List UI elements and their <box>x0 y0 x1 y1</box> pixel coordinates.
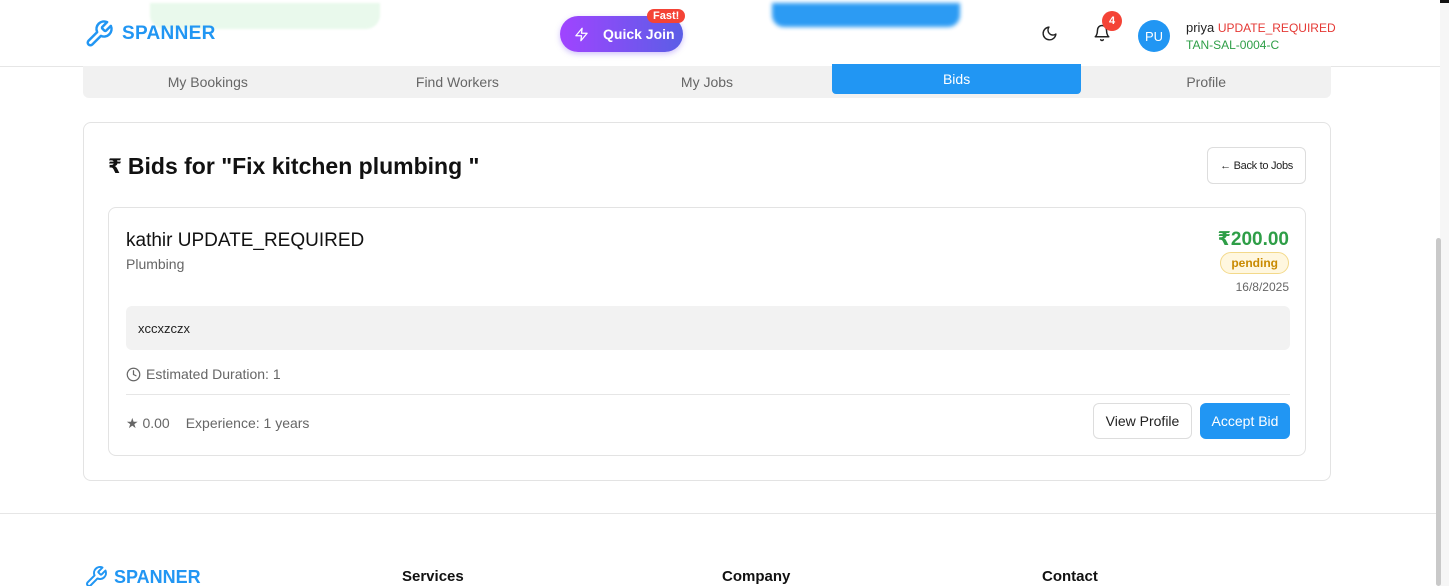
moon-icon[interactable] <box>1041 25 1058 42</box>
lightning-icon <box>575 27 588 41</box>
bidder-experience: Experience: 1 years <box>185 415 310 431</box>
tab-find-workers[interactable]: Find Workers <box>333 66 583 98</box>
user-id: TAN-SAL-0004-C <box>1186 38 1280 52</box>
avatar[interactable]: PU <box>1138 20 1170 52</box>
footer-brand-name: SPANNER <box>114 566 201 586</box>
back-to-jobs-button[interactable]: ← Back to Jobs <box>1207 147 1306 184</box>
tab-bids[interactable]: Bids <box>831 64 1082 94</box>
bid-card: kathir UPDATE_REQUIRED Plumbing ₹200.00 … <box>108 207 1306 456</box>
bidder-name: kathir UPDATE_REQUIRED <box>126 230 365 251</box>
brand-logo[interactable]: SPANNER <box>84 19 216 49</box>
bidder-skill: Plumbing <box>126 256 185 272</box>
duration-text: Estimated Duration: 1 <box>146 366 281 382</box>
bid-date: 16/8/2025 <box>1235 280 1289 294</box>
footer-brand[interactable]: SPANNER <box>84 565 201 586</box>
tab-my-jobs[interactable]: My Jobs <box>582 66 832 98</box>
quick-join-label: Quick Join <box>603 26 675 42</box>
tab-bar: My Bookings Find Workers My Jobs Bids Pr… <box>83 64 1331 98</box>
user-status: UPDATE_REQUIRED <box>1217 21 1336 35</box>
divider <box>126 394 1290 395</box>
wrench-icon <box>86 566 107 586</box>
page-title-text: Bids for "Fix kitchen plumbing " <box>127 153 480 179</box>
accept-bid-button[interactable]: Accept Bid <box>1200 403 1290 439</box>
scrollbar-track[interactable] <box>1440 3 1449 586</box>
estimated-duration: Estimated Duration: 1 <box>126 366 281 382</box>
user-name: priya <box>1186 20 1215 35</box>
footer-heading-services: Services <box>402 568 464 585</box>
brand-name: SPANNER <box>122 23 216 44</box>
header: SPANNER Quick Join Fast! 4 PU priya UPDA… <box>0 0 1440 67</box>
bid-amount: ₹200.00 <box>1217 229 1289 250</box>
clock-icon <box>126 367 141 381</box>
footer: SPANNER Services Company Contact <box>0 513 1440 586</box>
view-profile-button[interactable]: View Profile <box>1093 403 1192 439</box>
footer-heading-company: Company <box>722 568 791 585</box>
rupee-icon: ₹ <box>108 156 122 178</box>
wrench-icon <box>86 20 113 47</box>
page-title: ₹ Bids for "Fix kitchen plumbing " <box>108 153 479 180</box>
bidder-stats: ★ 0.00 Experience: 1 years <box>126 415 309 432</box>
bidder-rating: ★ 0.00 <box>126 415 170 431</box>
tab-my-bookings[interactable]: My Bookings <box>83 66 333 98</box>
notification-badge: 4 <box>1102 11 1122 31</box>
scrollbar-thumb[interactable] <box>1436 238 1441 586</box>
fast-badge: Fast! <box>647 9 686 23</box>
footer-heading-contact: Contact <box>1042 568 1098 585</box>
user-name-line: priya UPDATE_REQUIRED <box>1186 20 1336 35</box>
tab-profile[interactable]: Profile <box>1081 66 1331 98</box>
bid-message: xccxzczx <box>126 306 1290 350</box>
header-ghost-button <box>772 3 960 27</box>
bids-panel: ₹ Bids for "Fix kitchen plumbing " ← Bac… <box>83 122 1331 481</box>
status-badge: pending <box>1220 252 1289 274</box>
